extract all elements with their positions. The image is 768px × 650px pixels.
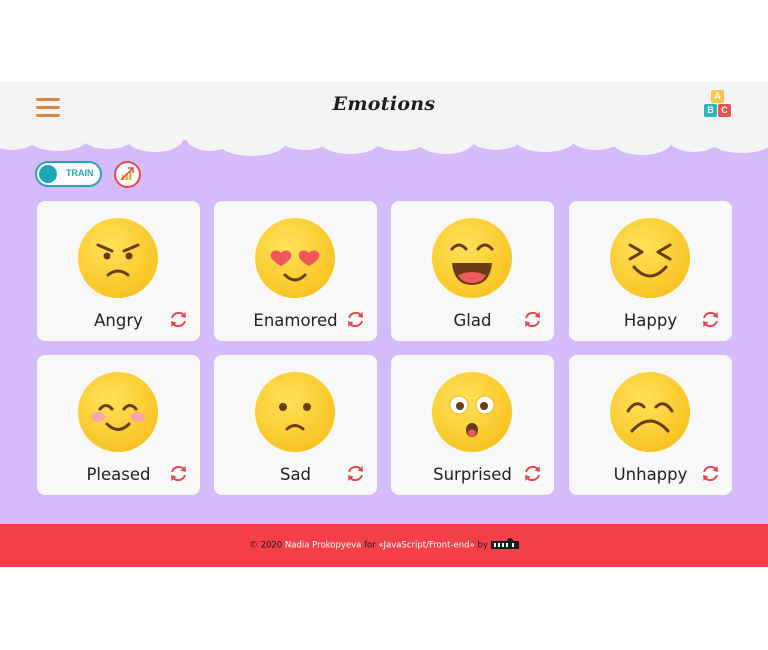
cloud-border (0, 122, 768, 156)
flip-icon[interactable] (700, 463, 721, 484)
card-surprised[interactable]: Surprised (391, 355, 554, 495)
author-link[interactable]: Nadia Prokopyeva (285, 541, 361, 551)
copyright-text: © 2020 (249, 540, 283, 551)
flip-icon[interactable] (345, 463, 366, 484)
card-sad[interactable]: Sad (214, 355, 377, 495)
app-root: Emotions A B C TRAIN Angry Enamored Glad… (0, 82, 768, 567)
footer-credits: © 2020 Nadia Prokopyeva for «JavaScript/… (0, 538, 768, 551)
chart-icon (120, 167, 134, 181)
pleased-face-icon (78, 372, 158, 452)
toggle-label: TRAIN (66, 168, 94, 178)
flip-icon[interactable] (522, 463, 543, 484)
card-unhappy[interactable]: Unhappy (569, 355, 732, 495)
enamored-face-icon (255, 218, 335, 298)
happy-face-icon (610, 218, 690, 298)
flip-icon[interactable] (345, 309, 366, 330)
abc-block-c: C (718, 104, 731, 117)
flip-icon[interactable] (168, 309, 189, 330)
card-enamored[interactable]: Enamored (214, 201, 377, 341)
abc-blocks-icon[interactable]: A B C (702, 90, 734, 122)
card-angry[interactable]: Angry (37, 201, 200, 341)
card-pleased[interactable]: Pleased (37, 355, 200, 495)
train-play-toggle[interactable]: TRAIN (35, 161, 102, 187)
glad-face-icon (432, 218, 512, 298)
rs-school-logo-icon[interactable] (490, 538, 519, 550)
unhappy-face-icon (610, 372, 690, 452)
abc-block-b: B (704, 104, 717, 117)
statistics-button[interactable] (114, 161, 141, 188)
angry-face-icon (78, 218, 158, 298)
by-text: by (477, 540, 488, 551)
for-text: for (364, 540, 376, 551)
card-happy[interactable]: Happy (569, 201, 732, 341)
flip-icon[interactable] (168, 463, 189, 484)
sad-face-icon (255, 372, 335, 452)
course-link[interactable]: «JavaScript/Front-end» (378, 541, 474, 551)
flip-icon[interactable] (700, 309, 721, 330)
toggle-knob (39, 165, 57, 183)
abc-block-a: A (711, 90, 724, 103)
surprised-face-icon (432, 372, 512, 452)
footer: © 2020 Nadia Prokopyeva for «JavaScript/… (0, 524, 768, 567)
app-logo: Emotions (332, 93, 436, 115)
flip-icon[interactable] (522, 309, 543, 330)
card-glad[interactable]: Glad (391, 201, 554, 341)
